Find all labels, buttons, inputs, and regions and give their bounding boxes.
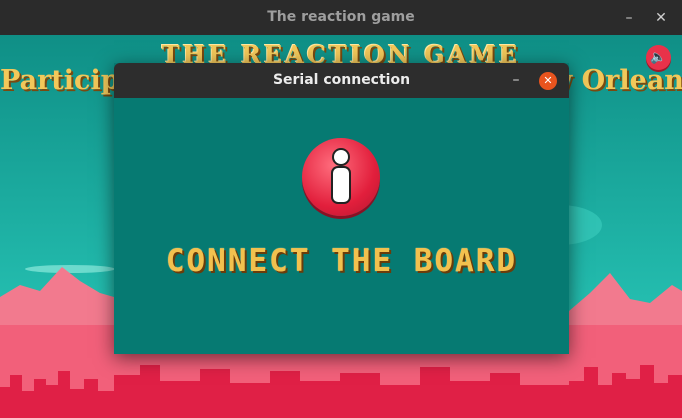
- info-icon: [302, 138, 380, 216]
- main-titlebar: The reaction game – ✕: [0, 0, 682, 35]
- dialog-close-button[interactable]: ✕: [539, 72, 557, 90]
- info-icon-bar: [333, 168, 349, 202]
- dialog-titlebar: Serial connection – ✕: [114, 63, 569, 98]
- dialog-title: Serial connection: [272, 72, 411, 88]
- info-icon-dot: [334, 150, 348, 164]
- minimize-button[interactable]: –: [619, 8, 639, 28]
- dialog-message: CONNECT THE BOARD: [165, 243, 518, 279]
- close-button[interactable]: ✕: [651, 8, 671, 28]
- dialog-minimize-button[interactable]: –: [508, 72, 524, 88]
- cloud: [25, 265, 115, 273]
- serial-connection-dialog: Serial connection – ✕ CONNECT THE BOARD: [114, 63, 569, 354]
- speaker-icon[interactable]: 🔈: [646, 45, 671, 70]
- window-title: The reaction game: [267, 9, 415, 25]
